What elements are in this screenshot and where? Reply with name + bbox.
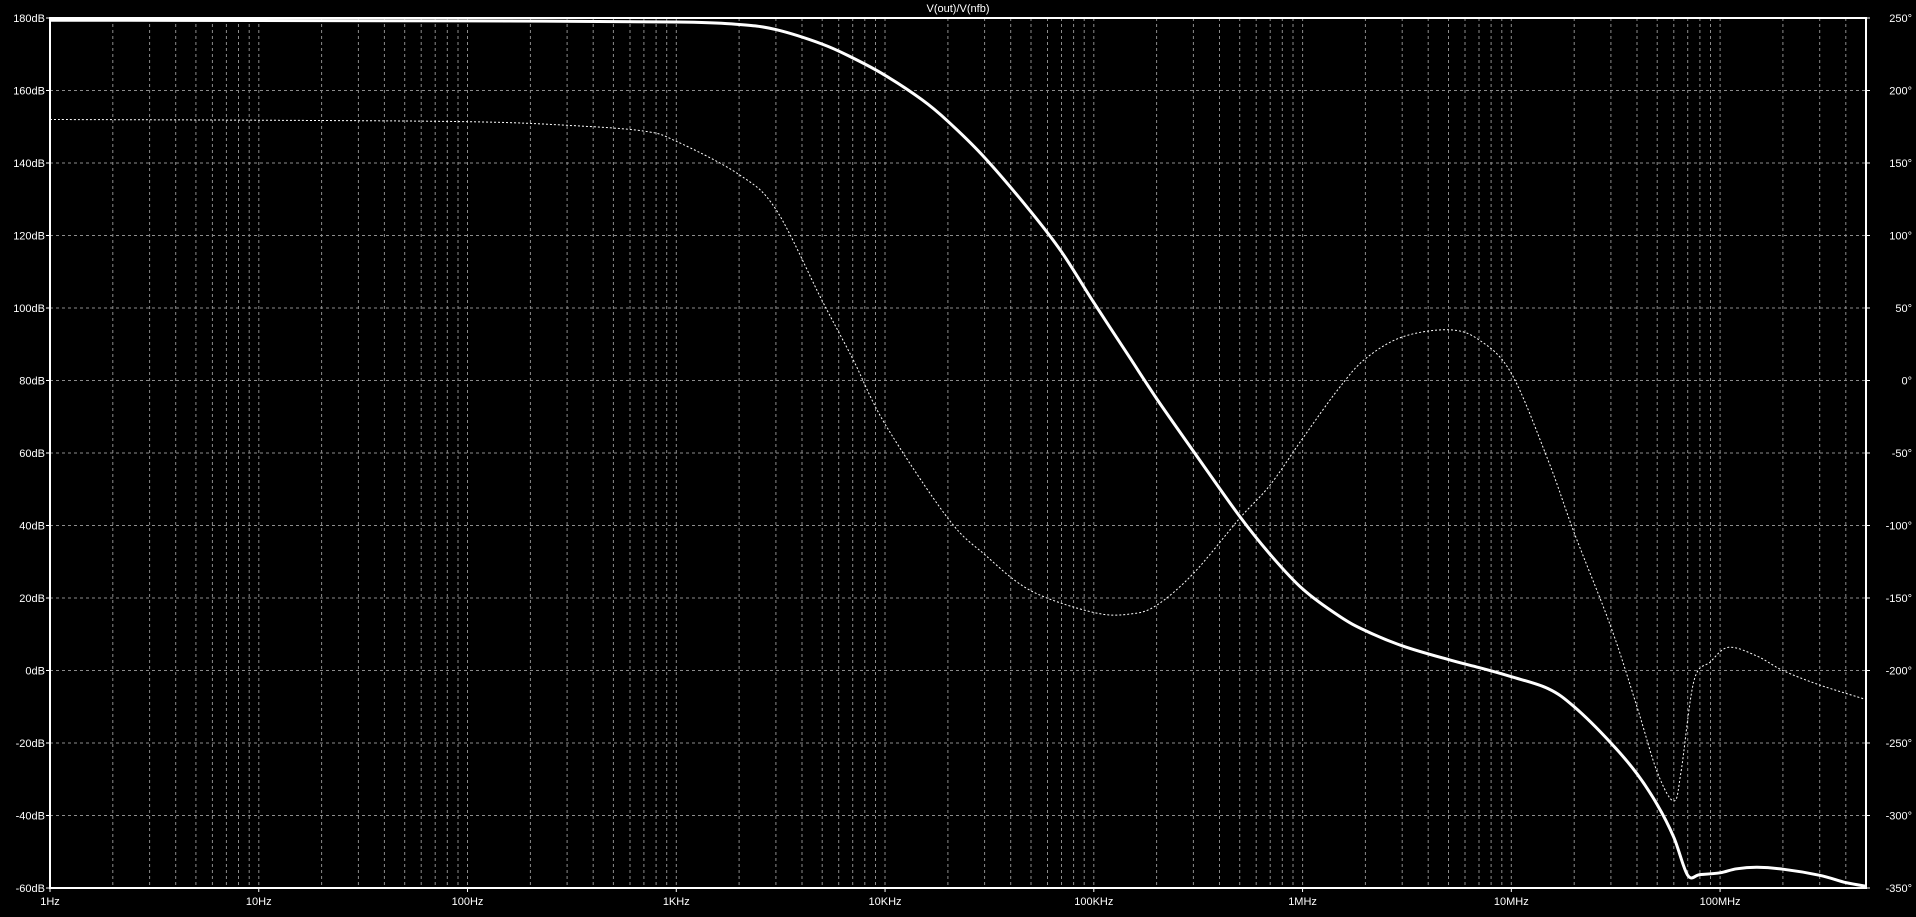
- y-left-tick-label: -40dB: [16, 811, 45, 823]
- y-right-tick-label: 100°: [1889, 231, 1912, 243]
- y-right-tick-label: 200°: [1889, 86, 1912, 98]
- y-right-tick-label: -300°: [1886, 811, 1912, 823]
- x-tick-label: 10Hz: [246, 896, 272, 908]
- y-right-tick-label: 150°: [1889, 158, 1912, 170]
- x-tick-label: 100KHz: [1074, 896, 1113, 908]
- y-right-tick-label: 250°: [1889, 13, 1912, 25]
- y-left-tick-label: -20dB: [16, 738, 45, 750]
- y-left-tick-label: 140dB: [13, 158, 45, 170]
- x-tick-label: 1Hz: [40, 896, 60, 908]
- y-left-tick-label: 100dB: [13, 303, 45, 315]
- y-right-tick-label: -200°: [1886, 666, 1912, 678]
- y-left-tick-label: -60dB: [16, 883, 45, 895]
- x-tick-label: 10KHz: [869, 896, 902, 908]
- bode-plot: V(out)/V(nfb) 1Hz 10Hz 100Hz 1KHz 10KHz 100KH…: [0, 0, 1916, 917]
- y-left-tick-label: 40dB: [19, 521, 45, 533]
- y-right-tick-label: 50°: [1895, 303, 1912, 315]
- chart-title: V(out)/V(nfb): [927, 3, 990, 15]
- x-tick-label: 1KHz: [663, 896, 690, 908]
- y-left-tick-label: 160dB: [13, 86, 45, 98]
- plot-background: [0, 0, 1916, 917]
- x-tick-label: 1MHz: [1288, 896, 1317, 908]
- x-tick-label: 100MHz: [1700, 896, 1741, 908]
- y-right-tick-label: 0°: [1901, 376, 1912, 388]
- y-right-tick-label: -150°: [1886, 593, 1912, 605]
- y-right-tick-label: -50°: [1892, 448, 1912, 460]
- y-left-tick-label: 20dB: [19, 593, 45, 605]
- y-left-tick-label: 80dB: [19, 376, 45, 388]
- y-right-tick-label: -250°: [1886, 738, 1912, 750]
- y-right-tick-label: -100°: [1886, 521, 1912, 533]
- x-tick-label: 100Hz: [452, 896, 484, 908]
- y-right-tick-label: -350°: [1886, 883, 1912, 895]
- y-left-tick-label: 60dB: [19, 448, 45, 460]
- y-left-tick-label: 180dB: [13, 13, 45, 25]
- x-tick-label: 10MHz: [1494, 896, 1529, 908]
- y-left-tick-label: 0dB: [25, 666, 45, 678]
- y-left-tick-label: 120dB: [13, 231, 45, 243]
